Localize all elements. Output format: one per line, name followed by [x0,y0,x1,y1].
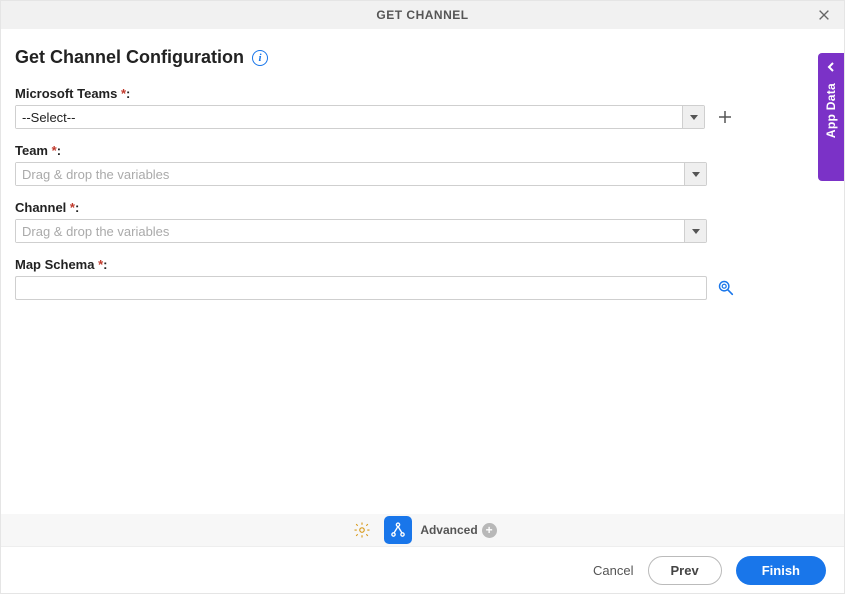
field-team: Team *: Drag & drop the variables [15,143,830,186]
app-data-panel-label: App Data [824,83,838,138]
add-connection-button[interactable] [715,107,735,127]
prev-button[interactable]: Prev [648,556,722,585]
channel-select-placeholder: Drag & drop the variables [16,220,684,242]
footer-buttons: Cancel Prev Finish [1,546,844,593]
chevron-down-icon[interactable] [684,163,706,185]
footer-toolbar: Advanced + [1,514,844,546]
settings-icon[interactable] [348,516,376,544]
finish-button[interactable]: Finish [736,556,826,585]
plus-circle-icon: + [482,523,497,538]
map-schema-label: Map Schema *: [15,257,830,272]
schema-browse-icon[interactable] [717,279,735,297]
advanced-toggle[interactable]: Advanced + [420,523,496,538]
titlebar: GET CHANNEL [1,1,844,29]
close-icon[interactable] [814,5,834,25]
page-header: Get Channel Configuration i [15,47,830,68]
channel-label: Channel *: [15,200,830,215]
cancel-button[interactable]: Cancel [593,563,633,578]
map-schema-input[interactable] [15,276,707,300]
channel-select[interactable]: Drag & drop the variables [15,219,707,243]
dialog-title: GET CHANNEL [376,8,468,22]
field-channel: Channel *: Drag & drop the variables [15,200,830,243]
microsoft-teams-select-value: --Select-- [16,106,682,128]
field-microsoft-teams: Microsoft Teams *: --Select-- [15,86,830,129]
flow-icon[interactable] [384,516,412,544]
content-area: Get Channel Configuration i Microsoft Te… [1,29,844,300]
field-map-schema: Map Schema *: [15,257,830,300]
team-select[interactable]: Drag & drop the variables [15,162,707,186]
team-label: Team *: [15,143,830,158]
info-icon[interactable]: i [252,50,268,66]
microsoft-teams-label: Microsoft Teams *: [15,86,830,101]
app-data-panel-toggle[interactable]: App Data [818,53,844,181]
microsoft-teams-select[interactable]: --Select-- [15,105,705,129]
page-title: Get Channel Configuration [15,47,244,68]
chevron-down-icon[interactable] [682,106,704,128]
chevron-left-icon [825,61,837,73]
team-select-placeholder: Drag & drop the variables [16,163,684,185]
chevron-down-icon[interactable] [684,220,706,242]
